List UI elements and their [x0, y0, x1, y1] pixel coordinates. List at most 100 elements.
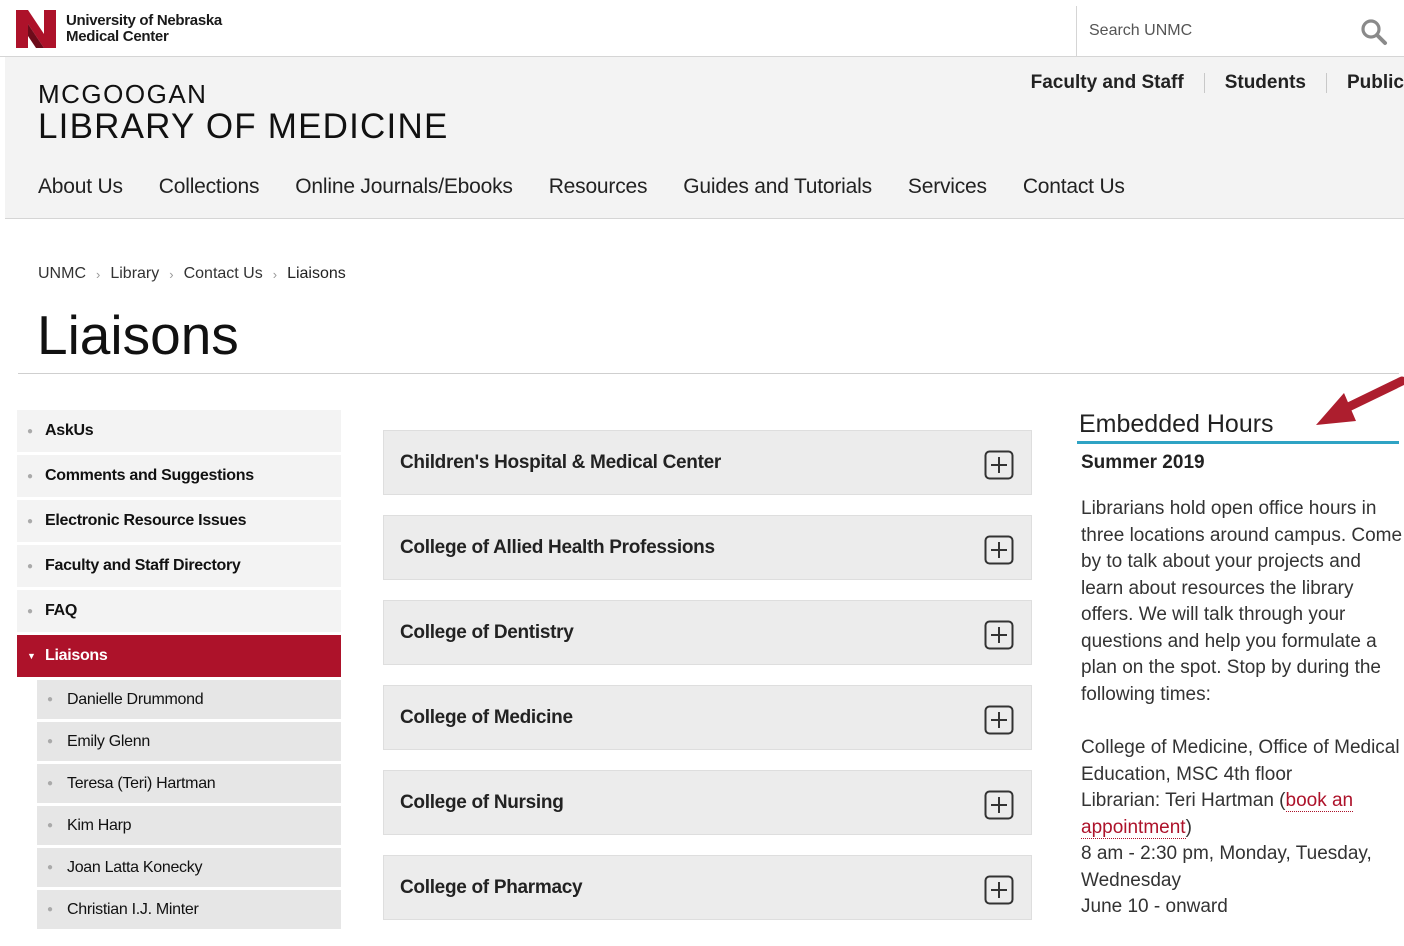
accordion-pharmacy[interactable]: College of Pharmacy: [383, 855, 1032, 920]
librarian-line: Librarian: Teri Hartman (book an appoint…: [1081, 788, 1404, 841]
unmc-n-logo-icon: [16, 10, 56, 48]
breadcrumb: UNMC › Library › Contact Us › Liaisons: [38, 265, 346, 283]
breadcrumb-current: Liaisons: [287, 265, 346, 282]
sidebar-item-label: Electronic Resource Issues: [45, 512, 247, 529]
college-accordion-list: Children's Hospital & Medical Center Col…: [383, 430, 1032, 940]
expand-plus-icon[interactable]: [984, 535, 1014, 565]
sidebar-subitem-glenn[interactable]: ● Emily Glenn: [37, 722, 341, 761]
sidebar-item-label: Faculty and Staff Directory: [45, 557, 241, 574]
breadcrumb-chevron-icon: ›: [272, 266, 278, 282]
accordion-label: College of Pharmacy: [400, 877, 583, 898]
hours-line: 8 am - 2:30 pm, Monday, Tuesday, Wednesd…: [1081, 843, 1372, 891]
dates-line: June 10 - onward: [1081, 896, 1228, 917]
embedded-hours-panel: Embedded Hours Summer 2019 Librarians ho…: [1077, 410, 1404, 921]
audience-nav: Faculty and Staff Students Public: [1031, 72, 1404, 94]
location-line: College of Medicine, Office of Medical E…: [1081, 737, 1400, 785]
bullet-icon: ●: [27, 425, 33, 437]
breadcrumb-unmc[interactable]: UNMC: [38, 265, 86, 283]
accordion-label: College of Allied Health Professions: [400, 537, 715, 558]
bullet-icon: ●: [47, 694, 53, 705]
nav-services[interactable]: Services: [908, 175, 987, 199]
nav-collections[interactable]: Collections: [159, 175, 260, 199]
logo-line-1: University of Nebraska: [66, 12, 222, 29]
expand-plus-icon[interactable]: [984, 875, 1014, 905]
audience-divider: [1203, 73, 1205, 93]
sidebar-item-label: Comments and Suggestions: [45, 467, 254, 484]
embedded-hours-location: College of Medicine, Office of Medical E…: [1077, 735, 1404, 921]
top-bar: University of Nebraska Medical Center: [0, 0, 1404, 57]
breadcrumb-chevron-icon: ›: [169, 266, 174, 282]
accordion-label: College of Nursing: [400, 792, 564, 813]
site-header: MCGOOGAN LIBRARY OF MEDICINE Faculty and…: [5, 57, 1404, 219]
bullet-icon: ●: [47, 904, 53, 915]
breadcrumb-library[interactable]: Library: [110, 265, 159, 283]
caret-down-icon: ▼: [27, 651, 36, 661]
sidebar-subitem-drummond[interactable]: ● Danielle Drummond: [37, 680, 341, 719]
sidebar-item-label: AskUs: [45, 422, 94, 439]
sidebar-subitem-label: Danielle Drummond: [67, 690, 204, 708]
search-input[interactable]: [1077, 6, 1347, 56]
audience-students[interactable]: Students: [1225, 72, 1306, 94]
sidebar-subitem-hartman[interactable]: ● Teresa (Teri) Hartman: [37, 764, 341, 803]
bullet-icon: ●: [47, 862, 53, 873]
embedded-hours-season: Summer 2019: [1081, 452, 1205, 473]
annotation-arrow-icon: [1316, 376, 1404, 425]
bullet-icon: ●: [27, 560, 33, 572]
sidebar-item-comments[interactable]: ● Comments and Suggestions: [17, 455, 341, 497]
sidebar-item-eresource-issues[interactable]: ● Electronic Resource Issues: [17, 500, 341, 542]
audience-faculty-staff[interactable]: Faculty and Staff: [1031, 72, 1184, 94]
expand-plus-icon[interactable]: [984, 450, 1014, 480]
accordion-label: College of Medicine: [400, 707, 573, 728]
sidebar-item-label: FAQ: [45, 602, 77, 619]
sidebar-item-faq[interactable]: ● FAQ: [17, 590, 341, 632]
nav-guides-tutorials[interactable]: Guides and Tutorials: [683, 175, 872, 199]
expand-plus-icon[interactable]: [984, 705, 1014, 735]
sidebar-subitem-label: Teresa (Teri) Hartman: [67, 774, 216, 792]
librarian-suffix: ): [1185, 816, 1192, 838]
embedded-hours-divider: [1077, 441, 1399, 444]
breadcrumb-chevron-icon: ›: [96, 266, 101, 282]
nav-resources[interactable]: Resources: [549, 175, 648, 199]
library-name-line-2[interactable]: LIBRARY OF MEDICINE: [38, 107, 448, 147]
bullet-icon: ●: [27, 605, 33, 617]
bullet-icon: ●: [47, 736, 53, 747]
sidebar-item-directory[interactable]: ● Faculty and Staff Directory: [17, 545, 341, 587]
sidebar-subitem-harp[interactable]: ● Kim Harp: [37, 806, 341, 845]
librarian-prefix: Librarian: Teri Hartman (: [1081, 790, 1286, 811]
embedded-hours-description: Librarians hold open office hours in thr…: [1081, 498, 1403, 705]
library-name-line-1[interactable]: MCGOOGAN: [38, 79, 207, 110]
bullet-icon: ●: [47, 778, 53, 789]
accordion-nursing[interactable]: College of Nursing: [383, 770, 1032, 835]
accordion-childrens-hospital[interactable]: Children's Hospital & Medical Center: [383, 430, 1032, 495]
expand-plus-icon[interactable]: [984, 620, 1014, 650]
logo-line-2: Medical Center: [66, 28, 169, 45]
page-title: Liaisons: [37, 304, 239, 366]
sidebar-item-liaisons[interactable]: ▼ Liaisons: [17, 635, 341, 677]
sidebar-subitem-label: Christian I.J. Minter: [67, 900, 199, 918]
accordion-label: College of Dentistry: [400, 622, 574, 643]
bullet-icon: ●: [47, 820, 53, 831]
audience-divider: [1325, 73, 1327, 93]
search-box: [1076, 6, 1404, 56]
accordion-label: Children's Hospital & Medical Center: [400, 452, 722, 473]
accordion-allied-health[interactable]: College of Allied Health Professions: [383, 515, 1032, 580]
nav-about-us[interactable]: About Us: [38, 175, 123, 199]
bullet-icon: ●: [27, 515, 33, 527]
nav-contact-us[interactable]: Contact Us: [1023, 175, 1125, 199]
audience-public[interactable]: Public: [1347, 72, 1404, 94]
title-divider: [18, 373, 1399, 374]
sidebar-subitem-konecky[interactable]: ● Joan Latta Konecky: [37, 848, 341, 887]
unmc-logo[interactable]: University of Nebraska Medical Center: [14, 8, 222, 50]
sidebar-subitem-minter[interactable]: ● Christian I.J. Minter: [37, 890, 341, 929]
sidebar-item-askus[interactable]: ● AskUs: [17, 410, 341, 452]
breadcrumb-contact-us[interactable]: Contact Us: [184, 265, 263, 283]
sidebar-nav: ● AskUs ● Comments and Suggestions ● Ele…: [17, 410, 341, 932]
sidebar-subitem-label: Emily Glenn: [67, 732, 150, 750]
expand-plus-icon[interactable]: [984, 790, 1014, 820]
nav-online-journals[interactable]: Online Journals/Ebooks: [295, 175, 513, 199]
accordion-medicine[interactable]: College of Medicine: [383, 685, 1032, 750]
sidebar-item-label: Liaisons: [45, 647, 108, 664]
accordion-dentistry[interactable]: College of Dentistry: [383, 600, 1032, 665]
search-icon[interactable]: [1359, 18, 1389, 46]
main-nav: About Us Collections Online Journals/Ebo…: [38, 175, 1161, 199]
